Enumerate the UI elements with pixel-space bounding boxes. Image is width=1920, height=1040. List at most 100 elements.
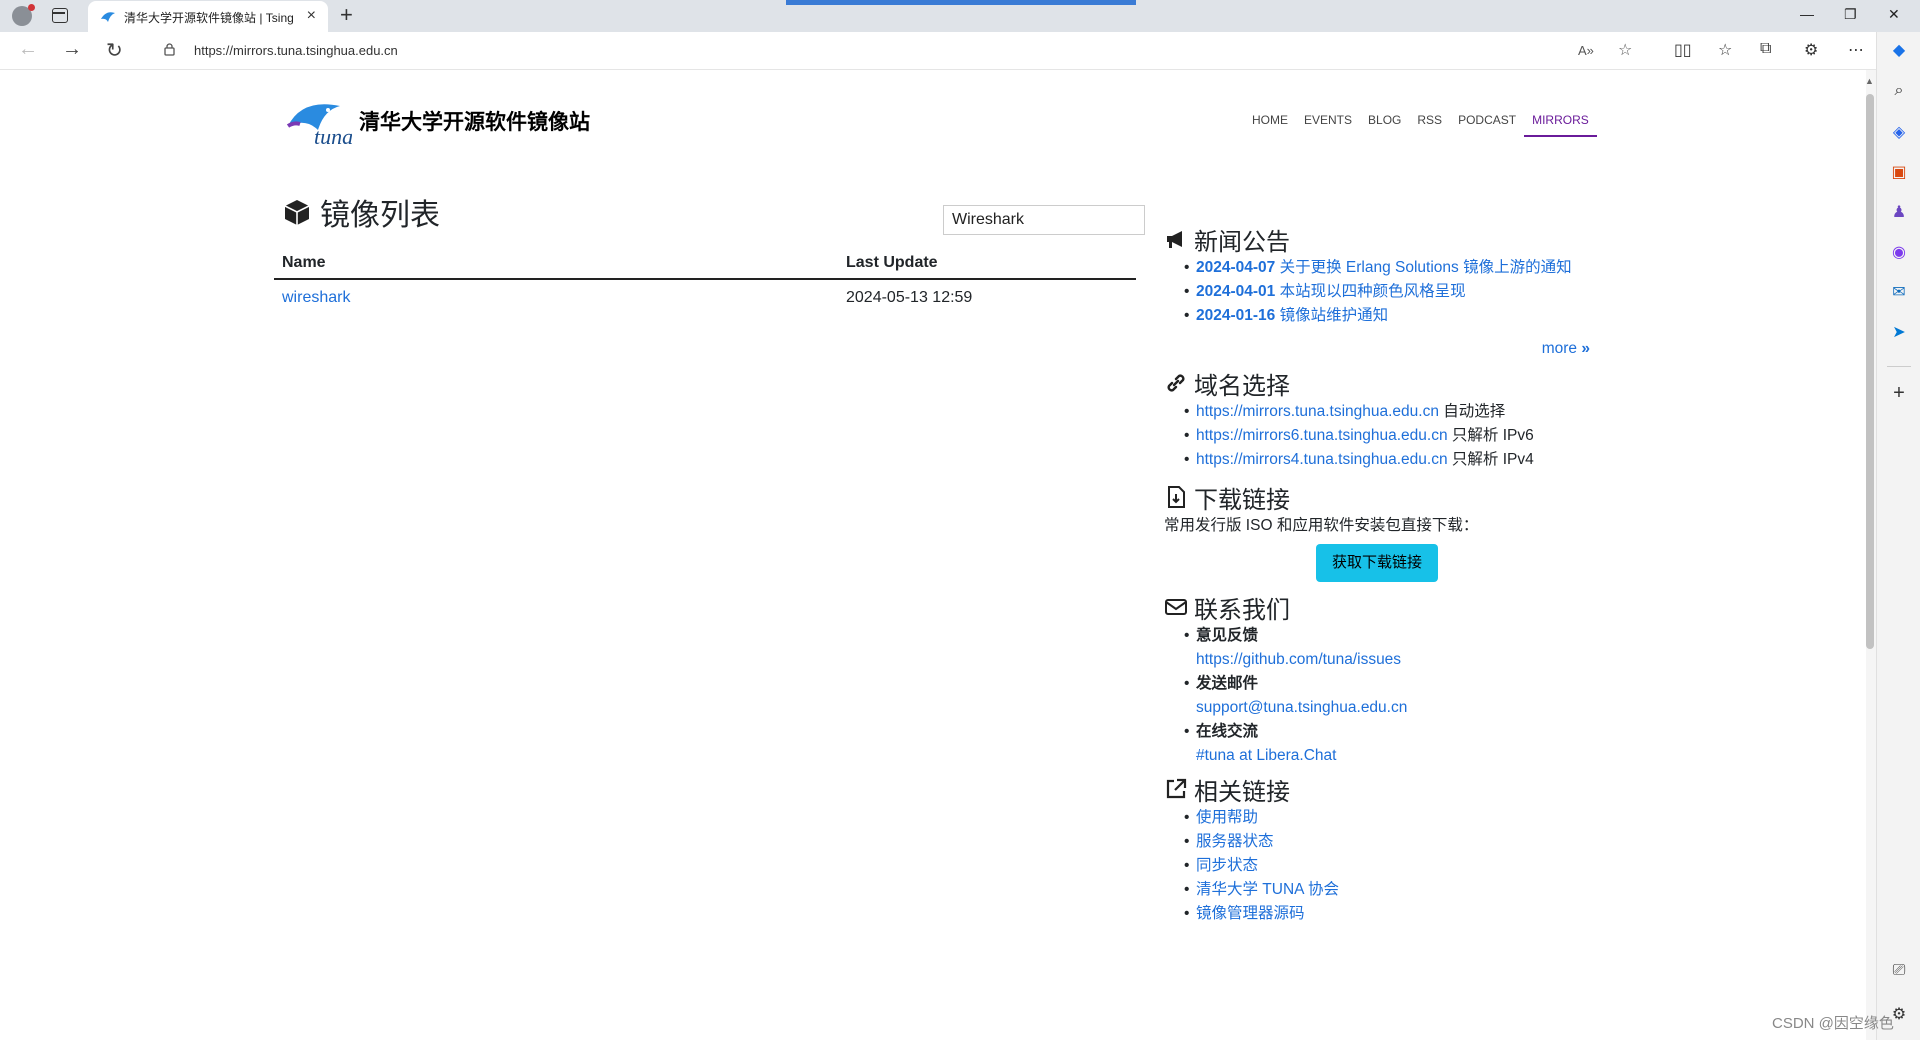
svg-text:tuna: tuna: [314, 124, 352, 148]
contact-label: 意见反馈: [1196, 627, 1259, 644]
scrollbar-thumb[interactable]: [1866, 94, 1874, 649]
site-name[interactable]: 清华大学开源软件镜像站: [359, 106, 590, 136]
contact-link[interactable]: #tuna at Libera.Chat: [1196, 747, 1336, 764]
news-title-text: 镜像站维护通知: [1279, 307, 1389, 324]
address-bar[interactable]: https://mirrors.tuna.tsinghua.edu.cn A» …: [146, 35, 1646, 66]
close-tab-icon[interactable]: ×: [307, 7, 316, 25]
add-sidebar-app-icon[interactable]: +: [1889, 382, 1909, 404]
domain-link[interactable]: https://mirrors6.tuna.tsinghua.edu.cn: [1196, 427, 1448, 444]
domains-heading: 域名选择: [1164, 366, 1590, 400]
domain-link[interactable]: https://mirrors4.tuna.tsinghua.edu.cn: [1196, 451, 1448, 468]
nav-rss[interactable]: RSS: [1409, 111, 1450, 137]
related-list: 使用帮助 服务器状态 同步状态 清华大学 TUNA 协会 镜像管理器源码: [1184, 806, 1590, 926]
mirror-last-update: 2024-05-13 12:59: [846, 289, 973, 306]
list-item: 意见反馈 https://github.com/tuna/issues: [1184, 624, 1590, 672]
tab-title: 清华大学开源软件镜像站 | Tsingh: [124, 11, 294, 25]
profile-avatar[interactable]: [12, 4, 35, 26]
new-tab-button[interactable]: +: [340, 2, 353, 28]
restore-icon[interactable]: ❐: [1844, 6, 1857, 23]
nav-events[interactable]: EVENTS: [1296, 111, 1360, 137]
watermark: CSDN @因空缘色: [1772, 1015, 1894, 1032]
envelope-icon: [1165, 599, 1187, 615]
list-item: 发送邮件 support@tuna.tsinghua.edu.cn: [1184, 672, 1590, 720]
news-link[interactable]: 2024-04-01 本站现以四种颜色风格呈现: [1196, 283, 1466, 300]
more-news: more »: [1164, 340, 1590, 366]
news-title-text: 本站现以四种颜色风格呈现: [1279, 283, 1466, 300]
list-item: https://mirrors.tuna.tsinghua.edu.cn 自动选…: [1184, 400, 1590, 424]
games-icon[interactable]: ♟: [1889, 202, 1909, 222]
refresh-icon[interactable]: ↻: [106, 38, 123, 63]
contact-label: 发送邮件: [1196, 675, 1259, 692]
shopping-icon[interactable]: ◈: [1889, 122, 1909, 142]
back-icon[interactable]: ←: [18, 38, 38, 61]
related-link[interactable]: 服务器状态: [1196, 833, 1274, 850]
tools-icon[interactable]: ▣: [1889, 162, 1909, 182]
contact-link[interactable]: https://github.com/tuna/issues: [1196, 651, 1401, 668]
file-download-icon: [1168, 486, 1185, 508]
outlook-icon[interactable]: ✉: [1889, 282, 1909, 302]
downloads-description: 常用发行版 ISO 和应用软件安装包直接下载：: [1164, 517, 1479, 534]
mirror-link-wireshark[interactable]: wireshark: [282, 289, 350, 306]
nav-home[interactable]: HOME: [1244, 111, 1296, 137]
forward-icon[interactable]: →: [62, 38, 82, 61]
close-window-icon[interactable]: ✕: [1888, 6, 1900, 23]
nav-podcast[interactable]: PODCAST: [1450, 111, 1524, 137]
favorite-star-icon[interactable]: ☆: [1618, 40, 1632, 60]
mirror-filter-input[interactable]: [943, 205, 1145, 235]
search-icon[interactable]: ⌕: [1889, 82, 1909, 102]
nav-mirrors[interactable]: MIRRORS: [1524, 111, 1597, 137]
related-link[interactable]: 同步状态: [1196, 857, 1258, 874]
news-title: 新闻公告: [1194, 228, 1290, 256]
more-news-link[interactable]: more »: [1542, 340, 1590, 357]
double-chevron-right-icon: »: [1581, 340, 1590, 357]
table-row: wireshark 2024-05-13 12:59: [274, 280, 1136, 316]
related-title: 相关链接: [1194, 778, 1290, 806]
tuna-logo[interactable]: tuna: [284, 96, 352, 148]
link-icon: [1167, 374, 1185, 392]
scroll-up-icon[interactable]: ▲: [1865, 76, 1874, 86]
list-item: 同步状态: [1184, 854, 1590, 878]
domains-title: 域名选择: [1194, 372, 1290, 400]
screenshot-icon[interactable]: ⎚: [1889, 962, 1909, 982]
more-menu-icon[interactable]: ⋯: [1848, 40, 1864, 60]
favorites-icon[interactable]: ☆: [1718, 40, 1732, 60]
page-viewport: tuna 清华大学开源软件镜像站 HOME EVENTS BLOG RSS PO…: [4, 70, 1866, 1040]
nav-blog[interactable]: BLOG: [1360, 111, 1409, 137]
domain-link[interactable]: https://mirrors.tuna.tsinghua.edu.cn: [1196, 403, 1439, 420]
drop-icon[interactable]: ➤: [1889, 322, 1909, 342]
tuna-favicon-icon: [101, 12, 115, 22]
related-link[interactable]: 清华大学 TUNA 协会: [1196, 881, 1339, 898]
list-item: 使用帮助: [1184, 806, 1590, 830]
extensions-icon[interactable]: ⚙: [1804, 40, 1818, 60]
browser-tab[interactable]: 清华大学开源软件镜像站 | Tsingh ×: [88, 1, 328, 32]
list-item: https://mirrors6.tuna.tsinghua.edu.cn 只解…: [1184, 424, 1590, 448]
domain-list: https://mirrors.tuna.tsinghua.edu.cn 自动选…: [1184, 400, 1590, 472]
contact-title: 联系我们: [1194, 596, 1290, 624]
news-date: 2024-04-01: [1196, 283, 1276, 300]
lock-icon[interactable]: [164, 43, 175, 56]
notification-dot: [28, 4, 35, 11]
split-screen-icon[interactable]: ▯▯: [1674, 40, 1692, 60]
get-download-link-button[interactable]: 获取下载链接: [1316, 544, 1438, 582]
contact-link[interactable]: support@tuna.tsinghua.edu.cn: [1196, 699, 1407, 716]
column-header-name[interactable]: Name: [274, 254, 846, 272]
info-sidebar: 新闻公告 2024-04-07 关于更换 Erlang Solutions 镜像…: [1164, 222, 1590, 927]
copilot-icon[interactable]: ◆: [1889, 40, 1909, 60]
news-link[interactable]: 2024-04-07 关于更换 Erlang Solutions 镜像上游的通知: [1196, 259, 1572, 276]
list-item: 2024-04-01 本站现以四种颜色风格呈现: [1184, 280, 1590, 304]
read-aloud-icon[interactable]: A»: [1578, 43, 1594, 58]
list-item: 服务器状态: [1184, 830, 1590, 854]
column-header-last-update[interactable]: Last Update: [846, 254, 1136, 272]
minimize-icon[interactable]: —: [1800, 6, 1814, 22]
related-link[interactable]: 使用帮助: [1196, 809, 1258, 826]
megaphone-icon: [1167, 231, 1182, 248]
tab-actions-icon[interactable]: [52, 8, 68, 23]
collections-icon[interactable]: ⧉: [1760, 40, 1771, 58]
mirror-table: Name Last Update wireshark 2024-05-13 12…: [274, 248, 1136, 316]
microsoft365-icon[interactable]: ◉: [1889, 242, 1909, 262]
related-heading: 相关链接: [1164, 772, 1590, 806]
url-text[interactable]: https://mirrors.tuna.tsinghua.edu.cn: [194, 43, 398, 58]
news-link[interactable]: 2024-01-16 镜像站维护通知: [1196, 307, 1388, 324]
mirror-list-title: 镜像列表: [320, 199, 440, 232]
related-link[interactable]: 镜像管理器源码: [1196, 905, 1305, 922]
